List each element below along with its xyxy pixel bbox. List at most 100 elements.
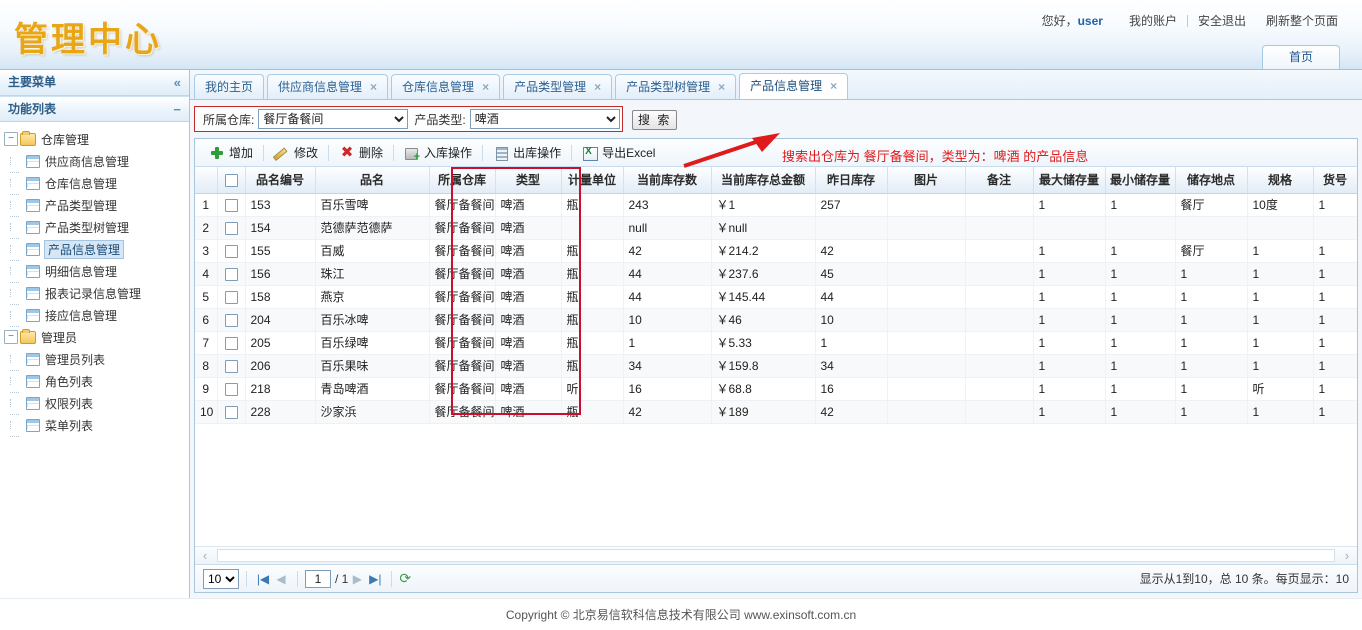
tab-5[interactable]: 产品信息管理 × — [739, 73, 849, 99]
sidebar-item-2[interactable]: 仓库信息管理 — [4, 172, 189, 195]
table-row[interactable]: 6 204 百乐冰啤 餐厅备餐间 啤酒瓶 10 ￥46 10 1 1 1 1 1 — [195, 308, 1357, 332]
sidebar-item-8[interactable]: 接应信息管理 — [4, 304, 189, 327]
tab-1[interactable]: 供应商信息管理 × — [267, 74, 389, 99]
tab-4[interactable]: 产品类型树管理 × — [615, 74, 737, 99]
table-row[interactable]: 9 218 青岛啤酒 餐厅备餐间 啤酒听 16 ￥68.8 16 1 1 1 听 1 — [195, 377, 1357, 401]
row-checkbox[interactable] — [224, 313, 238, 327]
refresh-page-link[interactable]: 刷新整个页面 — [1256, 12, 1348, 29]
sidebar-item-3[interactable]: 产品类型管理 — [4, 194, 189, 217]
sidebar-item-0[interactable]: − 仓库管理 — [4, 128, 189, 150]
tab-close-icon[interactable]: × — [594, 75, 601, 99]
column-header-2[interactable]: 所属仓库 — [429, 167, 496, 194]
tab-close-icon[interactable]: × — [482, 75, 489, 99]
row-checkbox[interactable] — [224, 198, 238, 212]
sidebar-item-7[interactable]: 报表记录信息管理 — [4, 282, 189, 305]
table-row[interactable]: 5 158 燕京 餐厅备餐间 啤酒瓶 44 ￥145.44 44 1 1 1 1 1 — [195, 285, 1357, 309]
column-header-9[interactable]: 备注 — [965, 167, 1034, 194]
first-page-icon[interactable]: |◀ — [254, 572, 272, 586]
row-checkbox[interactable] — [224, 267, 238, 281]
collapse-sidebar-icon[interactable]: « — [174, 70, 181, 95]
tab-2[interactable]: 仓库信息管理 × — [391, 74, 501, 99]
sidebar-item-4[interactable]: 产品类型树管理 — [4, 216, 189, 239]
column-header-13[interactable]: 规格 — [1247, 167, 1314, 194]
column-header-5[interactable]: 当前库存数 — [623, 167, 712, 194]
page-size-select[interactable]: 10203050 — [203, 568, 239, 589]
table-row[interactable]: 3 155 百威 餐厅备餐间 啤酒瓶 42 ￥214.2 42 1 1 餐厅 1 1 — [195, 239, 1357, 263]
row-select-cell[interactable] — [217, 400, 246, 424]
column-header-8[interactable]: 图片 — [887, 167, 966, 194]
sidebar-item-12[interactable]: 权限列表 — [4, 392, 189, 415]
row-checkbox[interactable] — [224, 382, 238, 396]
column-header-7[interactable]: 昨日库存 — [815, 167, 888, 194]
column-header-4[interactable]: 计量单位 — [561, 167, 624, 194]
row-checkbox[interactable] — [224, 290, 238, 304]
home-tab[interactable]: 首页 — [1262, 45, 1340, 69]
column-header-3[interactable]: 类型 — [495, 167, 562, 194]
row-select-cell[interactable] — [217, 262, 246, 286]
tab-3[interactable]: 产品类型管理 × — [503, 74, 613, 99]
row-select-cell[interactable] — [217, 285, 246, 309]
column-header-6[interactable]: 当前库存总金额 — [711, 167, 816, 194]
column-header-1[interactable]: 品名 — [315, 167, 430, 194]
my-account-link[interactable]: 我的账户 — [1119, 12, 1187, 29]
row-select-cell[interactable] — [217, 354, 246, 378]
row-select-cell[interactable] — [217, 216, 246, 240]
horizontal-scrollbar[interactable]: ‹ › — [195, 546, 1357, 564]
row-select-cell[interactable] — [217, 331, 246, 355]
sidebar-item-5[interactable]: 产品信息管理 — [4, 238, 189, 261]
row-select-cell[interactable] — [217, 308, 246, 332]
row-select-cell[interactable] — [217, 193, 246, 217]
column-header-14[interactable]: 货号 — [1313, 167, 1357, 194]
select-all-header[interactable] — [217, 167, 246, 194]
table-row[interactable]: 10 228 沙家浜 餐厅备餐间 啤酒瓶 42 ￥189 42 1 1 1 1 1 — [195, 400, 1357, 424]
row-checkbox[interactable] — [224, 244, 238, 258]
current-page-input[interactable]: 1 — [305, 569, 331, 588]
last-page-icon[interactable]: ▶| — [366, 572, 384, 586]
product-type-select[interactable]: 啤酒 — [469, 109, 620, 129]
row-checkbox[interactable] — [224, 405, 238, 419]
logout-link[interactable]: 安全退出 — [1188, 12, 1256, 29]
column-header-12[interactable]: 储存地点 — [1175, 167, 1248, 194]
scroll-left-icon[interactable]: ‹ — [195, 548, 215, 563]
warehouse-select[interactable]: 餐厅备餐间 — [258, 109, 409, 129]
row-select-cell[interactable] — [217, 239, 246, 263]
sidebar-item-6[interactable]: 明细信息管理 — [4, 260, 189, 283]
next-page-icon[interactable]: ▶ — [348, 572, 366, 586]
row-select-cell[interactable] — [217, 377, 246, 401]
tab-close-icon[interactable]: × — [830, 74, 837, 99]
stock-out-button[interactable]: 出库操作 — [485, 142, 569, 163]
table-row[interactable]: 4 156 珠江 餐厅备餐间 啤酒瓶 44 ￥237.6 45 1 1 1 1 1 — [195, 262, 1357, 286]
scroll-right-icon[interactable]: › — [1337, 548, 1357, 563]
select-all-checkbox[interactable] — [224, 173, 238, 187]
refresh-icon[interactable]: ⟳ — [399, 570, 411, 587]
sidebar-item-13[interactable]: 菜单列表 — [4, 414, 189, 437]
minimize-panel-icon[interactable]: − — [173, 97, 181, 122]
prev-page-icon[interactable]: ◀ — [272, 572, 290, 586]
table-row[interactable]: 1 153 百乐雪啤 餐厅备餐间 啤酒瓶 243 ￥1 257 1 1 餐厅 10度 1 — [195, 193, 1357, 217]
table-row[interactable]: 7 205 百乐绿啤 餐厅备餐间 啤酒瓶 1 ￥5.33 1 1 1 1 1 1 — [195, 331, 1357, 355]
table-row[interactable]: 2 154 范德萨范德萨 餐厅备餐间 啤酒 null ￥null — [195, 216, 1357, 240]
sidebar-item-1[interactable]: 供应商信息管理 — [4, 150, 189, 173]
column-header-10[interactable]: 最大储存量 — [1033, 167, 1106, 194]
tab-0[interactable]: 我的主页 — [194, 74, 265, 99]
column-header-0[interactable]: 品名编号 — [245, 167, 316, 194]
scroll-track[interactable] — [217, 549, 1335, 562]
export-excel-button[interactable]: 导出Excel — [574, 142, 663, 163]
tree-toggle-icon[interactable]: − — [4, 132, 18, 146]
stock-in-button[interactable]: 入库操作 — [396, 142, 480, 163]
sidebar-item-10[interactable]: 管理员列表 — [4, 348, 189, 371]
table-row[interactable]: 8 206 百乐果味 餐厅备餐间 啤酒瓶 34 ￥159.8 34 1 1 1 1 1 — [195, 354, 1357, 378]
sidebar-item-11[interactable]: 角色列表 — [4, 370, 189, 393]
search-button[interactable]: 搜 索 — [632, 109, 678, 130]
tab-close-icon[interactable]: × — [718, 75, 725, 99]
add-button[interactable]: 增加 — [201, 142, 261, 163]
sidebar-item-9[interactable]: − 管理员 — [4, 326, 189, 348]
tree-toggle-icon[interactable]: − — [4, 330, 18, 344]
delete-button[interactable]: ✖ 删除 — [331, 142, 391, 163]
tab-close-icon[interactable]: × — [370, 75, 377, 99]
row-checkbox[interactable] — [224, 221, 238, 235]
column-header-11[interactable]: 最小储存量 — [1105, 167, 1176, 194]
row-checkbox[interactable] — [224, 336, 238, 350]
edit-button[interactable]: 修改 — [266, 142, 326, 163]
row-checkbox[interactable] — [224, 359, 238, 373]
